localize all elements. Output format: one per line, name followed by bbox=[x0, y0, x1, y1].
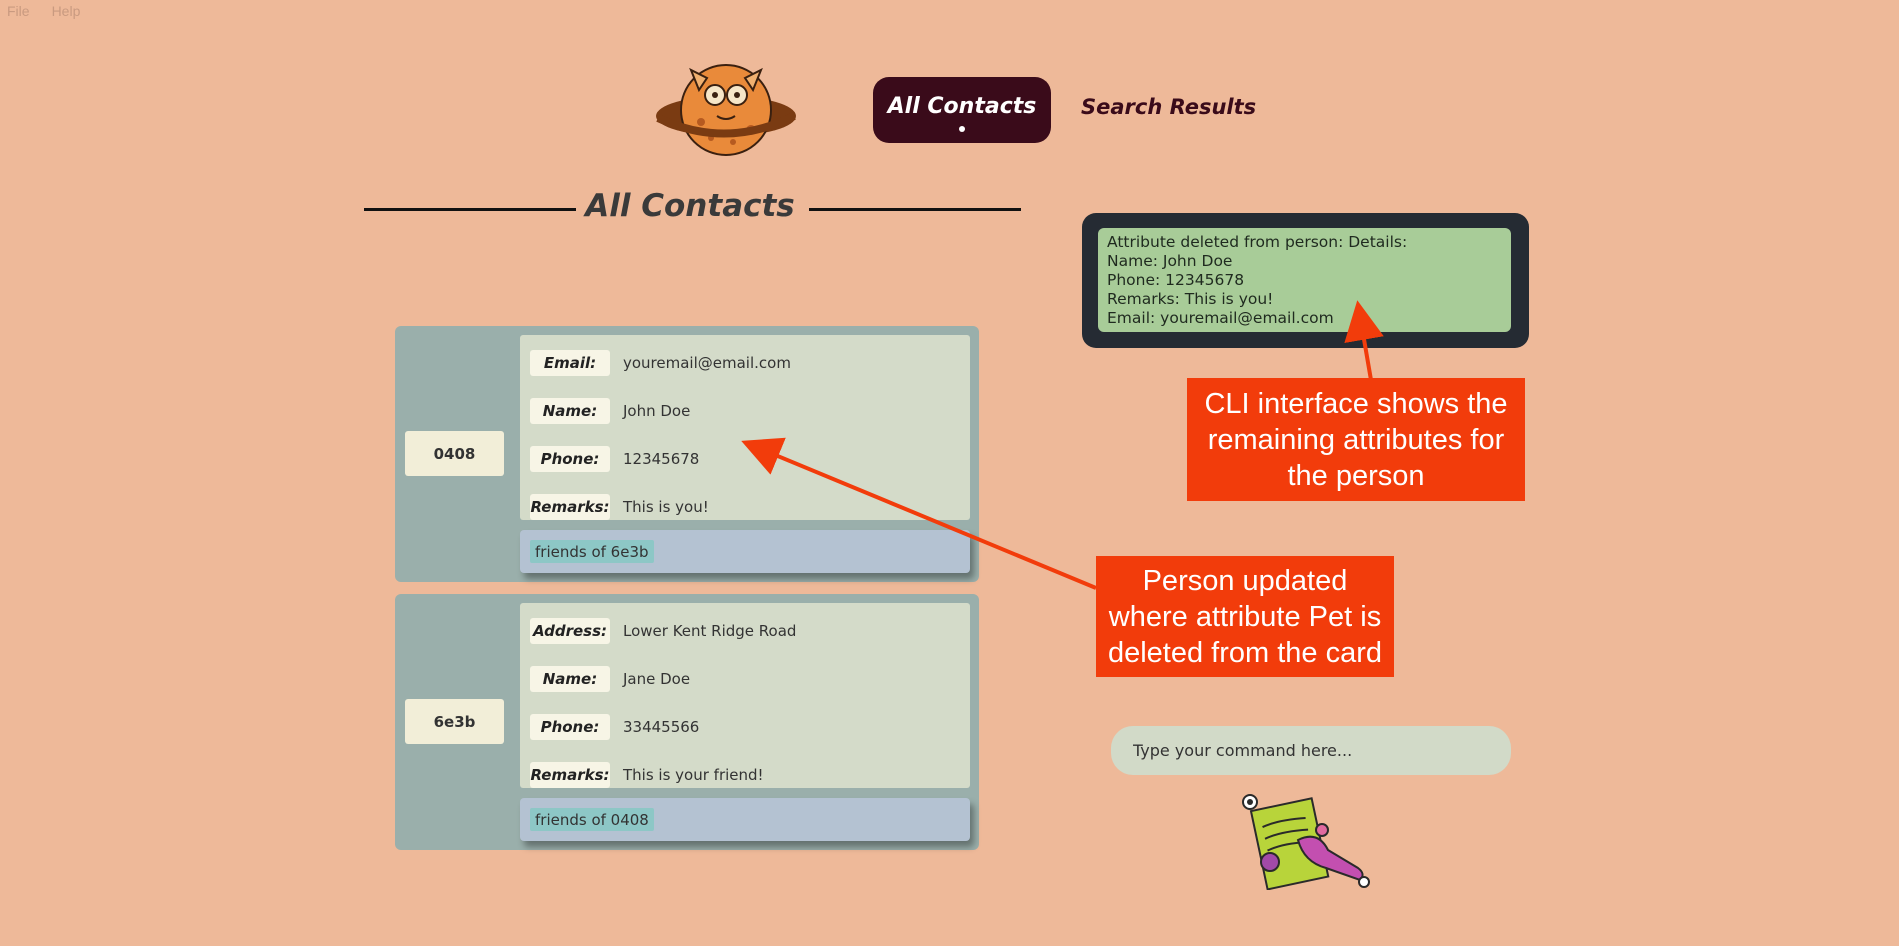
callout-person-annotation: Person updated where attribute Pet is de… bbox=[1096, 556, 1394, 677]
callout-line: deleted from the card bbox=[1107, 636, 1383, 669]
arrow-to-contact-card bbox=[741, 437, 1097, 590]
callout-line: remaining attributes for bbox=[1207, 423, 1505, 456]
callout-line: Person updated bbox=[1142, 564, 1348, 597]
callout-line: the person bbox=[1287, 459, 1425, 492]
callout-line: where attribute Pet is bbox=[1108, 600, 1382, 633]
arrow-to-cli-result bbox=[1344, 300, 1384, 381]
callout-line: CLI interface shows the bbox=[1204, 387, 1508, 420]
annotation-arrows bbox=[741, 300, 1384, 590]
callout-cli-annotation: CLI interface shows the remaining attrib… bbox=[1187, 378, 1525, 501]
